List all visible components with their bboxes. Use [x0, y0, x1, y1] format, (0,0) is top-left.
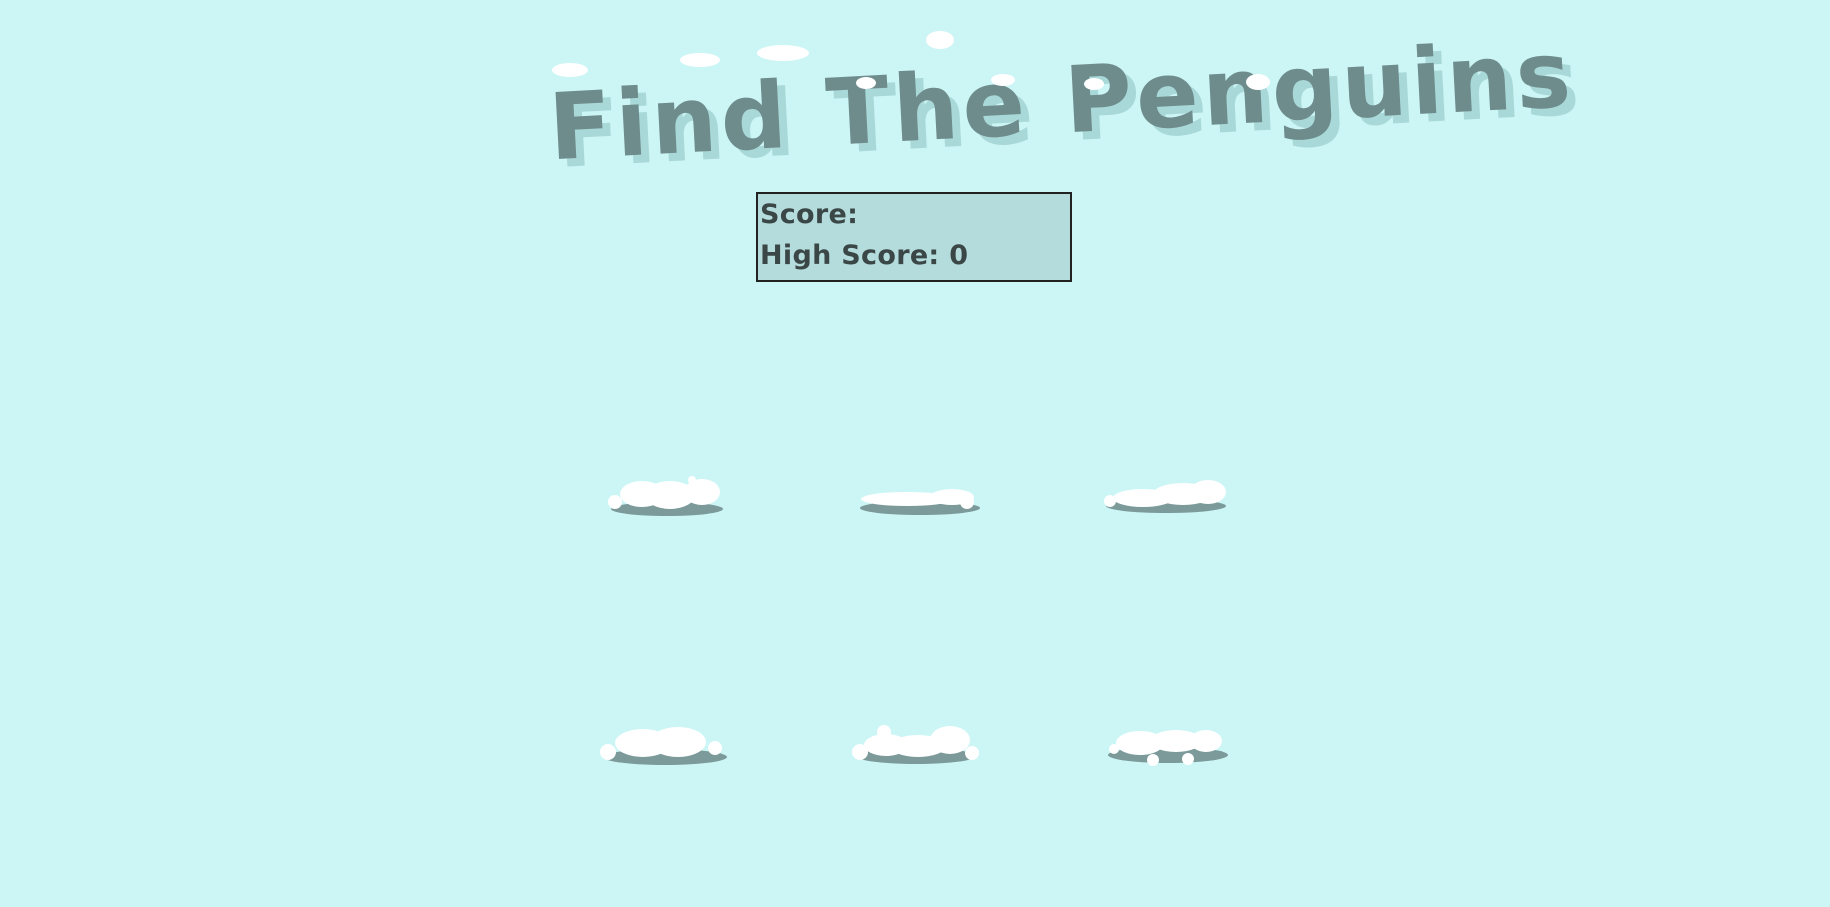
scoreboard: Score: High Score: 0: [756, 192, 1072, 282]
score-label: Score:: [760, 199, 859, 230]
high-score-value: 0: [949, 240, 969, 271]
snow-hole-2[interactable]: [852, 470, 992, 520]
snow-mound-icon: [608, 476, 723, 516]
high-score-row: High Score: 0: [760, 235, 1070, 276]
snow-mound-icon: [860, 489, 980, 515]
high-score-label: High Score:: [760, 240, 940, 271]
snow-hole-6[interactable]: [1098, 717, 1238, 767]
game-title-art: Find The Penguins Find The Penguins: [546, 21, 1586, 189]
snow-hole-4[interactable]: [593, 717, 733, 767]
score-row: Score:: [760, 194, 1070, 235]
snow-hole-5[interactable]: [846, 717, 986, 767]
game-title-logo: Find The Penguins Find The Penguins: [540, 20, 1586, 189]
snow-mound-icon: [600, 727, 727, 765]
snow-mound-icon: [1108, 730, 1228, 766]
snow-hole-3[interactable]: [1098, 470, 1238, 520]
snow-mound-icon: [852, 725, 979, 764]
snow-hole-1[interactable]: [600, 470, 740, 520]
snow-mound-icon: [1104, 480, 1226, 513]
